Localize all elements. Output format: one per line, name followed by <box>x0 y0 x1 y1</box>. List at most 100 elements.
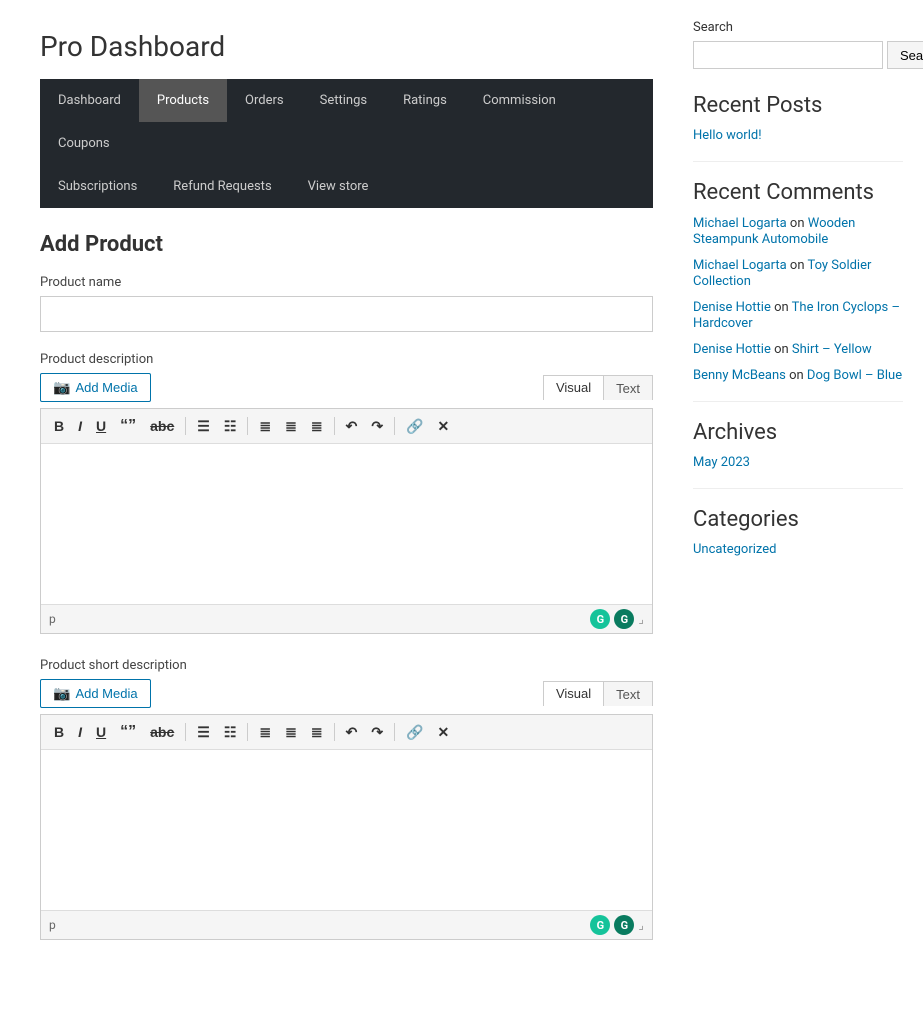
text-tab-short[interactable]: Text <box>603 682 652 706</box>
add-media-button-short[interactable]: 📷 Add Media <box>40 679 151 708</box>
comment-4-author[interactable]: Denise Hottie <box>693 342 771 357</box>
comment-1-text: Michael Logarta on Wooden Steampunk Auto… <box>693 216 855 247</box>
blockquote-btn-desc[interactable]: “” <box>115 415 141 437</box>
nav-row-2: Subscriptions Refund Requests View store <box>40 165 653 208</box>
editor-icons-desc: G G ⌟ <box>590 609 644 629</box>
link-btn-desc[interactable]: 🔗 <box>401 416 428 437</box>
nav-coupons[interactable]: Coupons <box>40 122 128 165</box>
nav-commission[interactable]: Commission <box>465 79 574 122</box>
recent-post-hello-world[interactable]: Hello world! <box>693 128 903 143</box>
redo-btn-desc[interactable]: ↷ <box>366 416 388 437</box>
visual-tab-desc[interactable]: Visual <box>544 376 603 400</box>
comment-5-on: on <box>789 368 807 383</box>
align-center-btn-short[interactable]: ≣ <box>280 722 302 743</box>
ol-btn-desc[interactable]: ☷ <box>219 416 242 437</box>
ul-btn-desc[interactable]: ☰ <box>192 416 215 437</box>
italic-btn-short[interactable]: I <box>73 722 87 742</box>
align-right-btn-short[interactable]: ≣ <box>306 722 328 743</box>
close-btn-desc[interactable]: ✕ <box>433 416 455 437</box>
comment-1-author[interactable]: Michael Logarta <box>693 216 787 231</box>
comment-3-text: Denise Hottie on The Iron Cyclops – Hard… <box>693 300 900 331</box>
archives-title: Archives <box>693 420 903 445</box>
comment-5-link[interactable]: Dog Bowl – Blue <box>807 368 902 383</box>
nav-orders[interactable]: Orders <box>227 79 302 122</box>
resize-handle-desc[interactable]: ⌟ <box>638 612 644 626</box>
comment-4-link[interactable]: Shirt – Yellow <box>792 342 872 357</box>
editor-body-short[interactable] <box>41 750 652 910</box>
nav-view-store[interactable]: View store <box>290 165 387 208</box>
close-btn-short[interactable]: ✕ <box>433 722 455 743</box>
sidebar-search-input[interactable] <box>693 41 883 69</box>
nav-settings[interactable]: Settings <box>302 79 385 122</box>
divider-3 <box>693 488 903 489</box>
comment-3: Denise Hottie on The Iron Cyclops – Hard… <box>693 299 903 331</box>
toolbar-divider-1-short <box>185 723 186 741</box>
comment-2-author[interactable]: Michael Logarta <box>693 258 787 273</box>
editor-footer-short: p G G ⌟ <box>41 910 652 939</box>
undo-btn-short[interactable]: ↶ <box>341 722 363 743</box>
nav-row-1: Dashboard Products Orders Settings Ratin… <box>40 79 653 165</box>
editor-icons-short: G G ⌟ <box>590 915 644 935</box>
add-media-icon: 📷 <box>53 379 70 396</box>
resize-handle-short[interactable]: ⌟ <box>638 918 644 932</box>
toolbar-divider-4-desc <box>394 417 395 435</box>
toolbar-divider-4-short <box>394 723 395 741</box>
nav-products[interactable]: Products <box>139 79 227 122</box>
comment-2: Michael Logarta on Toy Soldier Collectio… <box>693 257 903 289</box>
bold-btn-short[interactable]: B <box>49 722 69 742</box>
visual-tab-short[interactable]: Visual <box>544 682 603 706</box>
archive-may-2023[interactable]: May 2023 <box>693 455 903 470</box>
align-left-btn-short[interactable]: ≣ <box>254 722 276 743</box>
strikethrough-btn-short[interactable]: abc <box>145 722 179 742</box>
page-title: Pro Dashboard <box>40 30 653 63</box>
add-media-button-desc[interactable]: 📷 Add Media <box>40 373 151 402</box>
blockquote-btn-short[interactable]: “” <box>115 721 141 743</box>
editor-body-desc[interactable] <box>41 444 652 604</box>
nav-ratings[interactable]: Ratings <box>385 79 465 122</box>
comment-3-on: on <box>774 300 792 315</box>
sidebar: Search Search Recent Posts Hello world! … <box>693 20 903 964</box>
ul-btn-short[interactable]: ☰ <box>192 722 215 743</box>
category-uncategorized[interactable]: Uncategorized <box>693 542 903 557</box>
underline-btn-desc[interactable]: U <box>91 416 111 436</box>
add-media-icon-short: 📷 <box>53 685 70 702</box>
product-name-label: Product name <box>40 275 653 290</box>
product-name-input[interactable] <box>40 296 653 332</box>
categories-title: Categories <box>693 507 903 532</box>
sidebar-search-button[interactable]: Search <box>887 41 923 69</box>
italic-btn-desc[interactable]: I <box>73 416 87 436</box>
nav-refund-requests[interactable]: Refund Requests <box>155 165 289 208</box>
text-tab-desc[interactable]: Text <box>603 376 652 400</box>
comment-2-text: Michael Logarta on Toy Soldier Collectio… <box>693 258 871 289</box>
align-right-btn-desc[interactable]: ≣ <box>306 416 328 437</box>
align-left-btn-desc[interactable]: ≣ <box>254 416 276 437</box>
nav-subscriptions[interactable]: Subscriptions <box>40 165 155 208</box>
comment-5-author[interactable]: Benny McBeans <box>693 368 786 383</box>
recent-comments-title: Recent Comments <box>693 180 903 205</box>
ol-btn-short[interactable]: ☷ <box>219 722 242 743</box>
link-btn-short[interactable]: 🔗 <box>401 722 428 743</box>
toolbar-divider-3-short <box>334 723 335 741</box>
grammarly-dark-icon-desc: G <box>614 609 634 629</box>
underline-btn-short[interactable]: U <box>91 722 111 742</box>
comment-4-on: on <box>774 342 792 357</box>
undo-btn-desc[interactable]: ↶ <box>341 416 363 437</box>
toolbar-divider-2-short <box>247 723 248 741</box>
comment-3-author[interactable]: Denise Hottie <box>693 300 771 315</box>
visual-text-tabs-short: Visual Text <box>543 681 653 706</box>
nav-dashboard[interactable]: Dashboard <box>40 79 139 122</box>
sidebar-search-row: Search <box>693 41 903 69</box>
align-center-btn-desc[interactable]: ≣ <box>280 416 302 437</box>
grammarly-green-icon-short: G <box>590 915 610 935</box>
product-short-description-section: Product short description 📷 Add Media Vi… <box>40 658 653 940</box>
add-product-heading: Add Product <box>40 232 653 257</box>
toolbar-short: B I U “” abc ☰ ☷ ≣ ≣ ≣ ↶ ↷ 🔗 <box>41 715 652 750</box>
toolbar-desc: B I U “” abc ☰ ☷ ≣ ≣ ≣ ↶ ↷ 🔗 <box>41 409 652 444</box>
comment-4: Denise Hottie on Shirt – Yellow <box>693 341 903 357</box>
bold-btn-desc[interactable]: B <box>49 416 69 436</box>
redo-btn-short[interactable]: ↷ <box>366 722 388 743</box>
editor-wrapper-short: B I U “” abc ☰ ☷ ≣ ≣ ≣ ↶ ↷ 🔗 <box>40 714 653 940</box>
strikethrough-btn-desc[interactable]: abc <box>145 416 179 436</box>
add-media-label-short: Add Media <box>75 686 137 701</box>
editor-footer-label-desc: p <box>49 612 56 626</box>
